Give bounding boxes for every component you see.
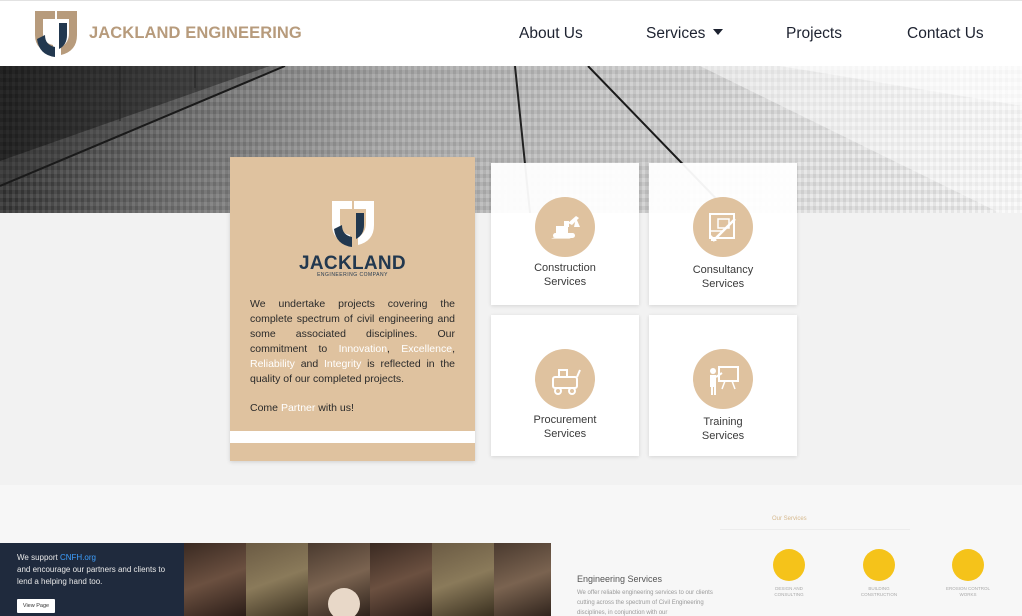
intro-separator: ,: [387, 343, 402, 355]
service-label-line: Construction: [534, 262, 596, 274]
service-label-line: Procurement: [533, 414, 597, 426]
blueprint-icon: [709, 213, 736, 242]
highlight-integrity: Integrity: [323, 358, 362, 370]
service-label: Consultancy Services: [649, 263, 797, 291]
highlight-innovation: Innovation: [338, 343, 388, 355]
service-label-line: Services: [701, 430, 745, 442]
our-services-heading: Our Services: [772, 516, 807, 522]
highlight-excellence: Excellence: [401, 343, 453, 355]
service-label-line: Services: [543, 276, 587, 288]
photo-tile: [432, 543, 494, 616]
service-label-line: Services: [543, 428, 587, 440]
service-card-training[interactable]: Training Services: [649, 315, 797, 456]
mini-label-line: EROSION CONTROL: [945, 586, 990, 591]
mini-label-line: DESIGN AND: [775, 586, 803, 591]
service-label: Training Services: [649, 415, 797, 443]
intro-separator: and: [294, 358, 324, 370]
intro-separator: ,: [452, 343, 455, 355]
photo-face: [328, 588, 360, 616]
mini-label-line: WORKS: [959, 592, 977, 597]
mini-label-line: CONSULTING: [774, 592, 804, 597]
promo-text: We support CNFH.org and encourage our par…: [17, 552, 177, 588]
nav-about-us[interactable]: About Us: [519, 25, 583, 43]
company-logo-icon: [332, 201, 374, 247]
cta-text-part: Come: [250, 402, 281, 414]
service-icon-badge: [693, 349, 753, 409]
service-card-procurement[interactable]: Procurement Services: [491, 315, 639, 456]
charity-photo-strip: [184, 543, 551, 616]
photo-tile: [308, 543, 370, 616]
nav-services-dropdown[interactable]: Services: [646, 25, 724, 43]
engineering-services-heading: Engineering Services: [577, 574, 663, 584]
service-label-line: Services: [701, 278, 745, 290]
cta-text-part: with us!: [315, 402, 354, 414]
nav-contact-us[interactable]: Contact Us: [907, 25, 984, 43]
brand-name[interactable]: JACKLAND ENGINEERING: [89, 24, 302, 43]
nav-services-label: Services: [646, 25, 706, 42]
service-label: Construction Services: [491, 261, 639, 289]
service-icon-badge: [693, 197, 753, 257]
divider: [720, 529, 910, 530]
intro-card-stripe: [230, 431, 475, 443]
promo-text-part: and encourage our partners and clients t…: [17, 565, 166, 586]
mini-service-label: DESIGN AND CONSULTING: [759, 586, 819, 598]
intro-call-to-action: Come Partner with us!: [250, 402, 354, 414]
service-label-line: Consultancy: [692, 264, 754, 276]
engineering-services-text: We offer reliable engineering services t…: [577, 590, 713, 616]
promo-text-part: We support: [17, 553, 60, 562]
mini-service-label: BUILDING CONSTRUCTION: [849, 586, 909, 598]
presentation-icon: [710, 366, 739, 395]
photo-tile: [370, 543, 432, 616]
mini-label-line: BUILDING: [868, 586, 890, 591]
company-logo-icon[interactable]: [33, 9, 79, 59]
intro-description: We undertake projects covering the compl…: [250, 297, 455, 387]
caret-down-icon: [713, 29, 724, 35]
intro-card: JACKLAND ENGINEERING COMPANY We undertak…: [230, 157, 475, 461]
erosion-control-icon[interactable]: [952, 549, 984, 581]
nav-projects[interactable]: Projects: [786, 25, 842, 43]
mini-label-line: CONSTRUCTION: [860, 592, 898, 597]
charity-promo-panel: We support CNFH.org and encourage our par…: [0, 543, 184, 616]
service-card-construction[interactable]: Construction Services: [491, 163, 639, 305]
intro-company-subtitle: ENGINEERING COMPANY: [317, 272, 388, 278]
building-construction-icon[interactable]: [863, 549, 895, 581]
view-page-button[interactable]: View Page: [17, 599, 55, 613]
mini-service-label: EROSION CONTROL WORKS: [938, 586, 998, 598]
design-consulting-icon[interactable]: [773, 549, 805, 581]
service-card-consultancy[interactable]: Consultancy Services: [649, 163, 797, 305]
highlight-partner: Partner: [280, 402, 316, 414]
photo-tile: [246, 543, 308, 616]
highlight-reliability: Reliability: [250, 358, 295, 370]
navbar: JACKLAND ENGINEERING About Us Services P…: [0, 0, 1022, 66]
promo-link[interactable]: CNFH.org: [60, 553, 96, 562]
service-icon-badge: [535, 197, 595, 257]
photo-tile: [494, 543, 551, 616]
service-label: Procurement Services: [491, 413, 639, 441]
service-icon-badge: [535, 349, 595, 409]
photo-tile: [184, 543, 246, 616]
cart-icon: [552, 369, 581, 395]
excavator-icon: [551, 216, 580, 239]
service-label-line: Training: [703, 416, 743, 428]
